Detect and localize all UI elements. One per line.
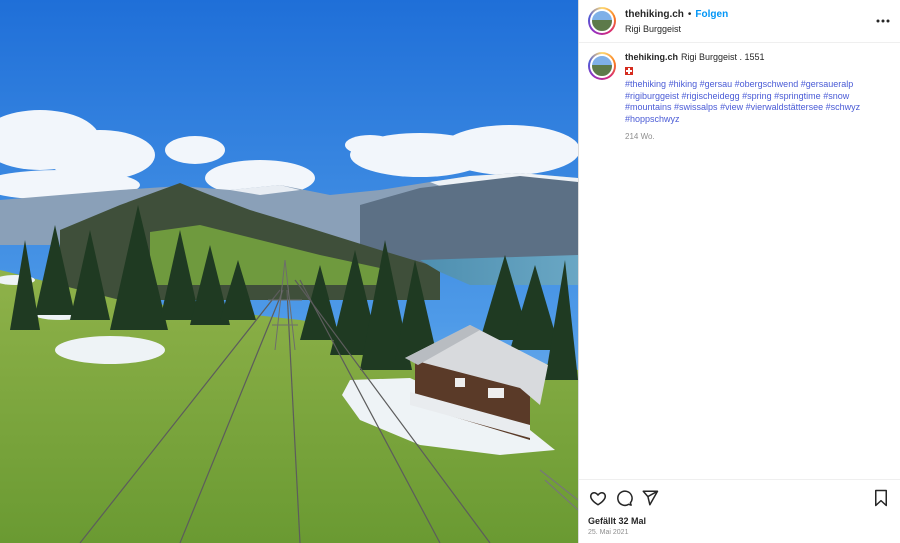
hashtag-link[interactable]: #obergschwend [735, 79, 799, 89]
hashtag-link[interactable]: #snow [823, 91, 849, 101]
more-horizontal-icon[interactable] [876, 14, 890, 28]
hashtag-link[interactable]: #vierwaldstättersee [746, 102, 824, 112]
caption-text: Rigi Burggeist . 1551 [681, 52, 765, 62]
hashtag-link[interactable]: #schwyz [826, 102, 861, 112]
hashtag-link[interactable]: #swissalps [674, 102, 718, 112]
post-image[interactable] [0, 0, 578, 543]
avatar[interactable] [588, 7, 616, 35]
caption-avatar[interactable] [588, 52, 616, 80]
separator-dot: • [687, 9, 692, 20]
post-header: thehiking.ch • Folgen Rigi Burggeist [579, 0, 900, 43]
comment-icon[interactable] [614, 488, 634, 508]
post-age: 214 Wo. [625, 131, 655, 141]
username-link[interactable]: thehiking.ch [625, 9, 684, 20]
hashtag-link[interactable]: #spring [742, 91, 772, 101]
hashtag-link[interactable]: #rigischeidegg [682, 91, 740, 101]
caption: thehiking.ch Rigi Burggeist . 1551 #thehi… [579, 43, 900, 479]
post-footer: Gefällt 32 Mal 25. Mai 2021 [579, 479, 900, 543]
post-container: thehiking.ch • Folgen Rigi Burggeist thehi… [0, 0, 900, 543]
landscape-photo [0, 0, 578, 543]
hashtag-link[interactable]: #gersaueralp [801, 79, 854, 89]
hashtag-link[interactable]: #rigiburggeist [625, 91, 679, 101]
bookmark-icon[interactable] [871, 488, 891, 508]
share-icon[interactable] [640, 488, 660, 508]
caption-username[interactable]: thehiking.ch [625, 52, 678, 62]
swiss-flag-icon [625, 66, 633, 75]
hashtag-link[interactable]: #view [720, 102, 743, 112]
post-date: 25. Mai 2021 [588, 529, 629, 536]
post-sidebar: thehiking.ch • Folgen Rigi Burggeist thehi… [578, 0, 900, 543]
hashtag-link[interactable]: #gersau [700, 79, 733, 89]
location-link[interactable]: Rigi Burggeist [625, 22, 728, 36]
action-bar [588, 488, 891, 508]
hashtag-link[interactable]: #thehiking [625, 79, 666, 89]
hashtag-link[interactable]: #mountains [625, 102, 672, 112]
like-count[interactable]: Gefällt 32 Mal [588, 516, 891, 526]
hashtag-link[interactable]: #springtime [774, 91, 821, 101]
hashtag-link[interactable]: #hiking [669, 79, 698, 89]
hashtag-link[interactable]: #hoppschwyz [625, 114, 680, 124]
heart-icon[interactable] [588, 488, 608, 508]
follow-button[interactable]: Folgen [695, 9, 728, 20]
hashtag-list: #thehiking #hiking #gersau #obergschwend… [625, 79, 891, 125]
